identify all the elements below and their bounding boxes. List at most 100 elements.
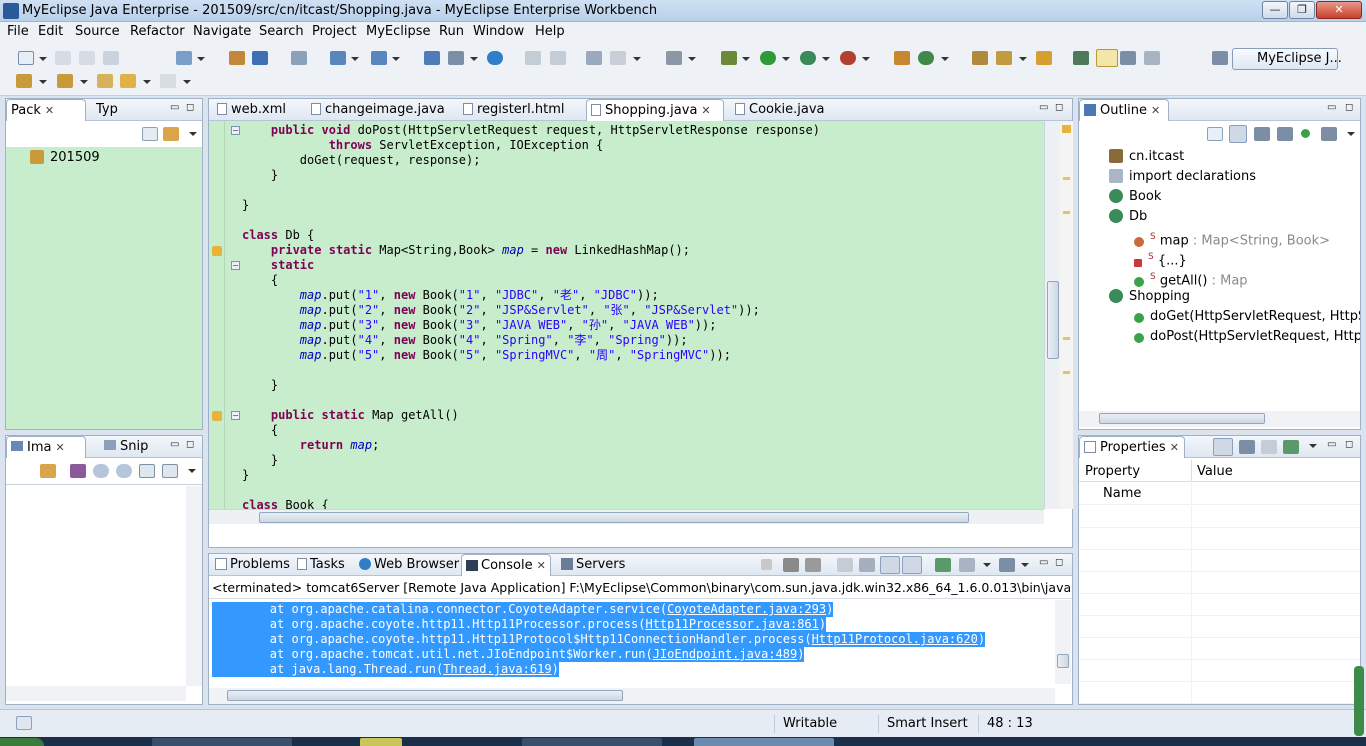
prev-annotation-dropdown-icon[interactable] xyxy=(80,80,88,84)
image-fit-icon[interactable] xyxy=(70,464,86,478)
console-vertical-scrollbar[interactable] xyxy=(1055,600,1071,684)
db-explorer-icon[interactable] xyxy=(550,51,566,65)
external-tools-icon[interactable] xyxy=(840,51,856,65)
menu-search[interactable]: Search xyxy=(259,24,304,39)
menu-navigate[interactable]: Navigate xyxy=(193,24,251,39)
collapse-all-icon[interactable] xyxy=(1207,127,1223,141)
minimize-icon[interactable]: ▭ xyxy=(1327,439,1336,450)
fast-view-icon[interactable] xyxy=(16,716,32,730)
last-edit-icon[interactable] xyxy=(97,74,113,88)
menu-source[interactable]: Source xyxy=(75,24,120,39)
sort-icon[interactable] xyxy=(1229,125,1247,143)
pin-icon[interactable] xyxy=(1073,51,1089,65)
outline-item[interactable]: import declarations xyxy=(1109,168,1256,186)
tab-web-xml[interactable]: web.xml xyxy=(213,99,303,121)
deploy-icon[interactable] xyxy=(330,51,346,65)
outline-item[interactable]: S getAll() : Map xyxy=(1134,268,1248,288)
tab-image-preview[interactable]: Ima ✕ xyxy=(6,436,86,458)
show-stdout-icon[interactable] xyxy=(880,556,900,574)
tab-problems[interactable]: Problems xyxy=(211,554,291,576)
console-line[interactable]: at java.lang.Thread.run(Thread.java:619) xyxy=(212,662,559,677)
view-menu-icon[interactable] xyxy=(188,469,196,473)
close-icon[interactable]: ✕ xyxy=(45,104,54,117)
block-select-icon[interactable] xyxy=(1120,51,1136,65)
scroll-thumb[interactable] xyxy=(1099,413,1265,424)
tab-registerl-html[interactable]: registerl.html xyxy=(459,99,587,121)
close-icon[interactable]: ✕ xyxy=(701,104,710,117)
close-button[interactable]: ✕ xyxy=(1316,1,1362,19)
uml-dropdown-icon[interactable] xyxy=(633,57,641,61)
pin-view-icon[interactable] xyxy=(1283,440,1299,454)
properties-row[interactable]: Name xyxy=(1079,483,1360,505)
taskbar-item[interactable] xyxy=(522,738,662,746)
deploy-dropdown-icon[interactable] xyxy=(351,57,359,61)
terminate-icon[interactable] xyxy=(761,559,772,570)
new-web-icon[interactable] xyxy=(424,51,440,65)
console-output[interactable]: <terminated> tomcat6Server [Remote Java … xyxy=(209,576,1072,704)
start-button[interactable] xyxy=(0,738,44,746)
view-menu-icon[interactable] xyxy=(189,132,197,136)
outline-item[interactable]: Book xyxy=(1109,188,1161,206)
tab-snippets[interactable]: Snip xyxy=(100,436,160,458)
menu-window[interactable]: Window xyxy=(473,24,524,39)
minimize-icon[interactable]: ▭ xyxy=(1327,102,1336,113)
console-line[interactable]: at org.apache.coyote.http11.Http11Protoc… xyxy=(212,632,986,647)
zoom-in-icon[interactable] xyxy=(116,464,132,478)
perspective-button[interactable]: MyEclipse J... xyxy=(1232,48,1342,70)
code-line[interactable]: private static Map<String,Book> map = ne… xyxy=(242,243,690,258)
menu-run[interactable]: Run xyxy=(439,24,464,39)
open-type-icon[interactable] xyxy=(229,51,245,65)
tab-shopping-java[interactable]: Shopping.java ✕ xyxy=(586,99,724,121)
console-line[interactable]: at org.apache.catalina.connector.CoyoteA… xyxy=(212,602,834,617)
close-icon[interactable]: ✕ xyxy=(55,441,64,454)
taskbar-item[interactable] xyxy=(360,738,402,746)
stack-frame-link[interactable]: JIoEndpoint.java:489 xyxy=(653,647,798,661)
view-menu-icon[interactable] xyxy=(1347,132,1355,136)
tab-outline[interactable]: Outline ✕ xyxy=(1079,99,1169,121)
sync-icon[interactable] xyxy=(40,464,56,478)
hide-static-icon[interactable] xyxy=(1277,127,1293,141)
menu-project[interactable]: Project xyxy=(312,24,356,39)
next-annotation-icon[interactable] xyxy=(16,74,32,88)
restore-default-icon[interactable] xyxy=(1261,440,1277,454)
server-icon[interactable] xyxy=(371,51,387,65)
hide-nonpublic-icon[interactable] xyxy=(1301,129,1310,138)
taskbar-item[interactable] xyxy=(152,738,292,746)
outline-item[interactable]: doPost(HttpServletRequest, HttpSe xyxy=(1134,328,1360,346)
code-line[interactable]: class Book { xyxy=(242,498,329,509)
new-dropdown-icon[interactable] xyxy=(39,57,47,61)
menu-file[interactable]: File xyxy=(7,24,29,39)
maximize-button[interactable]: ❐ xyxy=(1289,1,1315,19)
minimize-icon[interactable]: ▭ xyxy=(1039,557,1048,568)
run-last-dropdown-icon[interactable] xyxy=(822,57,830,61)
prev-annotation-icon[interactable] xyxy=(57,74,73,88)
code-line[interactable]: throws ServletException, IOException { xyxy=(242,138,604,153)
code-line[interactable]: } xyxy=(242,468,249,483)
close-icon[interactable]: ✕ xyxy=(1170,441,1179,454)
tab-changeimage-java[interactable]: changeimage.java xyxy=(307,99,453,121)
mark-occurrences-icon[interactable] xyxy=(1096,49,1118,67)
maximize-icon[interactable]: ◻ xyxy=(186,102,194,113)
open-console-icon[interactable] xyxy=(999,558,1015,572)
minimize-icon[interactable]: ▭ xyxy=(1039,102,1048,113)
maximize-icon[interactable]: ◻ xyxy=(1345,102,1353,113)
clear-console-icon[interactable] xyxy=(837,558,853,572)
code-line[interactable]: map.put("3", new Book("3", "JAVA WEB", "… xyxy=(242,318,717,333)
vertical-scrollbar[interactable] xyxy=(186,486,202,686)
view-menu-icon[interactable] xyxy=(1309,444,1317,448)
stack-frame-link[interactable]: CoyoteAdapter.java:293 xyxy=(667,602,826,616)
external-tools-dropdown-icon[interactable] xyxy=(862,57,870,61)
collapse-all-icon[interactable] xyxy=(142,127,158,141)
screen-dropdown-icon[interactable] xyxy=(688,57,696,61)
remove-launch-icon[interactable] xyxy=(783,558,799,572)
taskbar-item[interactable] xyxy=(694,738,834,746)
minimize-icon[interactable]: ▭ xyxy=(170,439,179,450)
code-line[interactable]: } xyxy=(242,378,278,393)
actual-size-icon[interactable] xyxy=(139,464,155,478)
tab-console[interactable]: Console ✕ xyxy=(461,554,551,576)
tab-properties[interactable]: Properties ✕ xyxy=(1079,436,1185,458)
close-icon[interactable]: ✕ xyxy=(1151,104,1160,117)
next-annotation-dropdown-icon[interactable] xyxy=(39,80,47,84)
minimize-icon[interactable]: ▭ xyxy=(170,102,179,113)
code-line[interactable]: class Db { xyxy=(242,228,314,243)
